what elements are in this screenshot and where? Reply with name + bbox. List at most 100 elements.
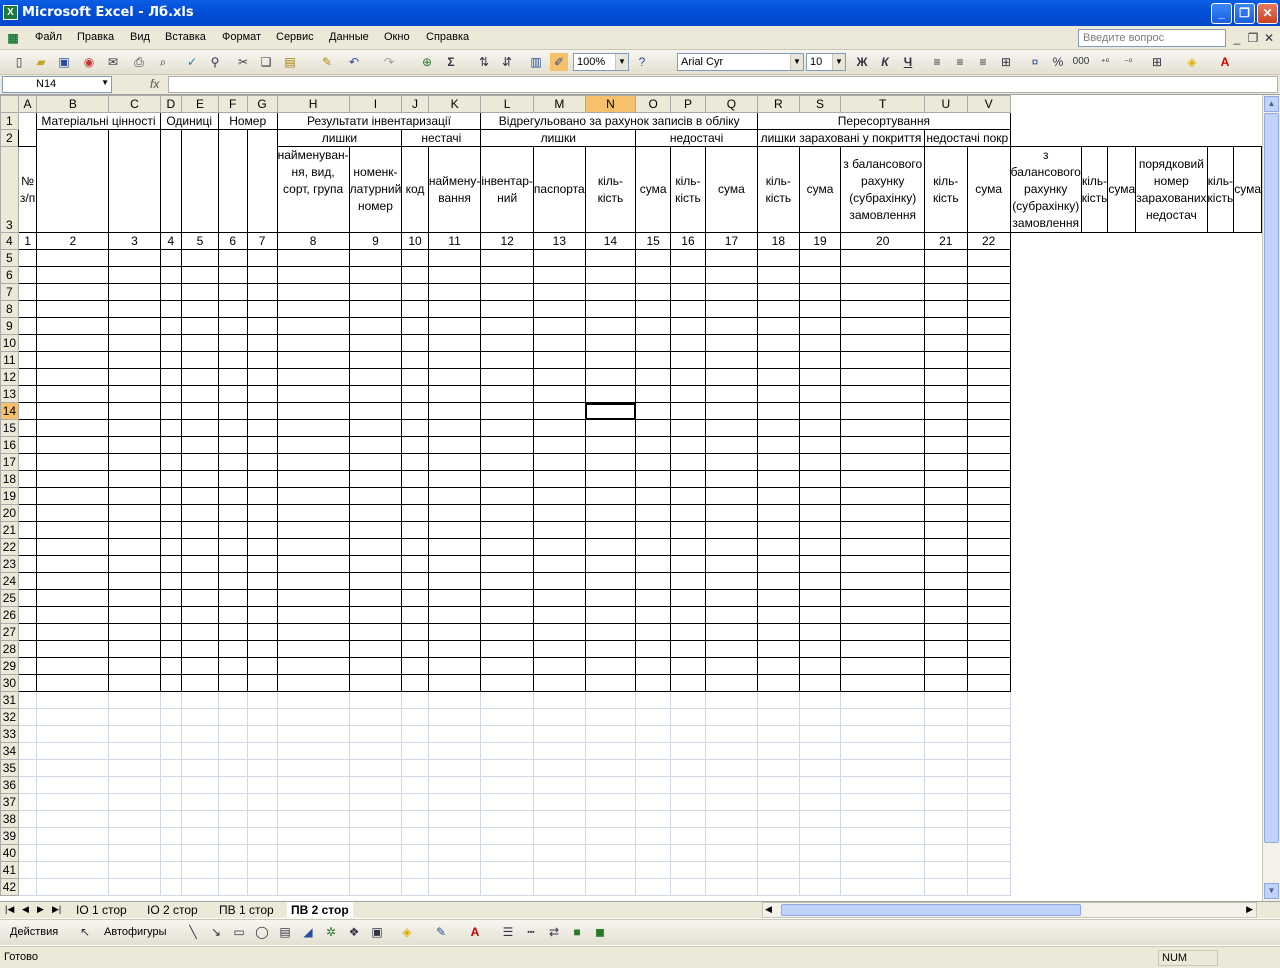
cell[interactable] (181, 793, 219, 811)
row-header[interactable]: 11 (0, 351, 19, 369)
cell[interactable] (670, 249, 706, 267)
cell[interactable] (159, 657, 183, 675)
cell[interactable] (840, 759, 925, 777)
cell[interactable] (966, 453, 1011, 471)
cell[interactable] (840, 810, 925, 828)
cell[interactable] (798, 555, 842, 573)
row-header[interactable]: 25 (0, 589, 19, 607)
spelling-icon[interactable]: ✓ (183, 53, 201, 71)
cell[interactable] (348, 776, 403, 794)
cell[interactable] (840, 266, 925, 284)
formula-input[interactable] (168, 76, 1278, 93)
cell[interactable] (276, 725, 350, 743)
cell[interactable] (246, 419, 278, 437)
column-header[interactable]: F (217, 95, 248, 113)
cell[interactable] (532, 810, 586, 828)
cell[interactable] (217, 878, 248, 896)
cell[interactable] (966, 589, 1011, 607)
help-icon[interactable]: ? (633, 53, 651, 71)
cell[interactable] (757, 487, 800, 505)
cell[interactable] (757, 623, 800, 641)
cell[interactable] (670, 589, 706, 607)
cell[interactable] (532, 793, 586, 811)
column-header[interactable]: T (840, 95, 925, 113)
cell[interactable] (704, 317, 759, 335)
cell[interactable] (840, 725, 925, 743)
cell[interactable] (840, 793, 925, 811)
cell[interactable] (840, 606, 925, 624)
font-color-icon[interactable]: A (466, 923, 484, 941)
cell[interactable] (276, 351, 350, 369)
cell[interactable] (704, 334, 759, 352)
cell[interactable] (704, 810, 759, 828)
paste-icon[interactable]: ▤ (281, 53, 299, 71)
cell[interactable] (840, 657, 925, 675)
actions-menu[interactable]: Действия (10, 926, 58, 938)
column-number-cell[interactable]: 15 (635, 232, 672, 250)
cell[interactable] (840, 521, 925, 539)
cell[interactable] (181, 810, 219, 828)
row-header[interactable]: 10 (0, 334, 19, 352)
dash-style-icon[interactable]: ┅ (522, 923, 540, 941)
cell[interactable] (217, 487, 248, 505)
cell[interactable] (635, 300, 672, 318)
cell[interactable] (217, 810, 248, 828)
hdr-number[interactable]: Номер (217, 112, 278, 130)
cell[interactable] (635, 708, 672, 726)
cell[interactable] (348, 589, 403, 607)
row-header[interactable]: 2 (0, 129, 19, 147)
cell[interactable] (480, 538, 534, 556)
cell[interactable] (966, 334, 1011, 352)
cell[interactable] (217, 759, 248, 777)
row-header[interactable]: 19 (0, 487, 19, 505)
cell[interactable] (670, 334, 706, 352)
cell[interactable] (840, 334, 925, 352)
cell[interactable] (181, 334, 219, 352)
cell[interactable] (670, 572, 706, 590)
cell[interactable] (670, 283, 706, 301)
cell[interactable] (217, 317, 248, 335)
hdr-item-no[interactable]: № з/п (17, 146, 38, 233)
cell[interactable] (276, 691, 350, 709)
cell[interactable] (584, 572, 637, 590)
cell[interactable] (159, 453, 183, 471)
cell[interactable] (276, 436, 350, 454)
cell[interactable] (532, 368, 586, 386)
chevron-down-icon[interactable]: ▼ (101, 78, 109, 87)
cell[interactable] (159, 878, 183, 896)
cell[interactable] (108, 623, 161, 641)
hdr-inventory-no[interactable]: інвентар-ний (480, 146, 534, 233)
cell[interactable] (427, 436, 482, 454)
cell[interactable] (159, 334, 183, 352)
cell[interactable] (17, 334, 38, 352)
cell[interactable] (401, 453, 429, 471)
cell[interactable] (635, 368, 672, 386)
textbox-icon[interactable]: ▤ (276, 923, 294, 941)
cell[interactable] (401, 436, 429, 454)
cell[interactable] (401, 776, 429, 794)
cell[interactable] (840, 827, 925, 845)
cell[interactable] (348, 368, 403, 386)
cell[interactable] (217, 419, 248, 437)
cell[interactable] (159, 623, 183, 641)
fill-color-icon[interactable]: ◈ (1183, 53, 1201, 71)
cell[interactable] (704, 504, 759, 522)
cell[interactable] (757, 249, 800, 267)
cell[interactable] (246, 606, 278, 624)
next-sheet-icon[interactable]: ▶ (37, 904, 44, 915)
cell-c2[interactable] (108, 129, 161, 233)
cell[interactable] (670, 487, 706, 505)
cell[interactable] (635, 419, 672, 437)
cell[interactable] (532, 844, 586, 862)
cell[interactable] (217, 742, 248, 760)
cell[interactable] (670, 691, 706, 709)
cell[interactable] (17, 742, 38, 760)
cell[interactable] (401, 691, 429, 709)
cell[interactable] (635, 725, 672, 743)
cell[interactable] (798, 623, 842, 641)
cell[interactable] (798, 300, 842, 318)
cell[interactable] (36, 776, 110, 794)
cell[interactable] (17, 827, 38, 845)
cell[interactable] (532, 249, 586, 267)
cell[interactable] (36, 317, 110, 335)
